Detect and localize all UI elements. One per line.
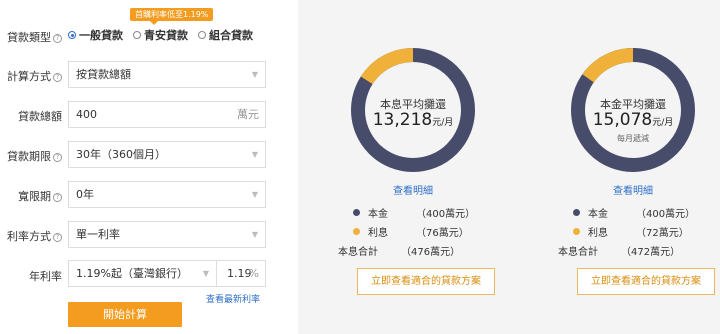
result-amount: 15,078元/月 xyxy=(558,110,708,130)
promo-tooltip: 首購利率低至1.19% xyxy=(130,8,214,25)
view-plans-button[interactable]: 立即查看適合的貸款方案 xyxy=(357,268,495,295)
legend-label: 本金 xyxy=(588,209,608,220)
legend-total: 本息合計 （476萬元） xyxy=(338,241,475,260)
legend-interest: 利息 （76萬元） xyxy=(353,222,475,241)
annual-rate-label: 年利率 xyxy=(29,270,62,283)
amount-input[interactable]: 400 萬元 xyxy=(68,101,266,128)
rate-type-label: 利率方式? xyxy=(0,228,62,244)
rate-type-select[interactable]: 單一利率 ▼ xyxy=(68,221,266,248)
radio-combo-loan[interactable]: 組合貸款 xyxy=(198,27,253,43)
radio-label: 組合貸款 xyxy=(209,29,253,42)
interest-swatch xyxy=(353,228,360,235)
grace-value: 0年 xyxy=(76,188,94,201)
help-icon[interactable]: ? xyxy=(53,34,62,43)
result-amount-unit: 元/月 xyxy=(652,118,674,128)
view-detail-link[interactable]: 查看明細 xyxy=(338,182,488,197)
term-label-text: 貸款期限 xyxy=(7,150,51,163)
term-value: 30年（360個月） xyxy=(76,148,166,161)
legend-principal: 本金 （400萬元） xyxy=(573,203,695,222)
amount-value: 400 xyxy=(76,108,97,121)
help-icon[interactable]: ? xyxy=(53,153,62,162)
interest-swatch xyxy=(573,228,580,235)
chevron-down-icon: ▼ xyxy=(202,269,209,278)
grace-label-text: 寬限期 xyxy=(18,190,51,203)
view-detail-link[interactable]: 查看明細 xyxy=(558,182,708,197)
term-label: 貸款期限? xyxy=(0,148,62,164)
legend-interest: 利息 （72萬元） xyxy=(573,222,695,241)
rate-unit: % xyxy=(248,267,259,280)
result-amount-number: 15,078 xyxy=(592,110,653,130)
loan-type-radio-group: 一般貸款 青安貸款 組合貸款 xyxy=(68,27,253,43)
legend-value: （476萬元） xyxy=(401,247,461,258)
chevron-down-icon: ▼ xyxy=(251,70,258,79)
chevron-down-icon: ▼ xyxy=(251,190,258,199)
loan-type-label-text: 貸款類型 xyxy=(7,31,51,44)
annual-rate-box: 1.19%起（臺灣銀行） ▼ 1.19 % xyxy=(68,260,266,287)
result-legend: 本金 （400萬元） 利息 （76萬元） 本息合計 （476萬元） xyxy=(338,203,475,260)
rate-preset-select[interactable]: 1.19%起（臺灣銀行） ▼ xyxy=(69,261,217,286)
grace-select[interactable]: 0年 ▼ xyxy=(68,181,266,208)
results-panel: 本息平均攤還 13,218元/月 查看明細 本金 （400萬元） 利息 （76萬元）… xyxy=(298,0,720,334)
calc-method-label-text: 計算方式 xyxy=(7,70,51,83)
radio-label: 青安貸款 xyxy=(144,29,188,42)
chevron-down-icon: ▼ xyxy=(251,150,258,159)
rate-type-value: 單一利率 xyxy=(76,228,120,241)
legend-label: 利息 xyxy=(588,228,608,239)
result-legend: 本金 （400萬元） 利息 （72萬元） 本息合計 （472萬元） xyxy=(558,203,695,260)
grace-label: 寬限期? xyxy=(0,188,62,204)
legend-value: （472萬元） xyxy=(621,247,681,258)
latest-rate-link[interactable]: 查看最新利率 xyxy=(206,292,260,305)
help-icon[interactable]: ? xyxy=(53,73,62,82)
view-plans-button[interactable]: 立即查看適合的貸款方案 xyxy=(577,268,715,295)
loan-form: 首購利率低至1.19% 貸款類型? 一般貸款 青安貸款 組合貸款 計算方式? 按… xyxy=(0,0,290,334)
legend-principal: 本金 （400萬元） xyxy=(353,203,475,222)
principal-swatch xyxy=(353,209,360,216)
calc-method-label: 計算方式? xyxy=(0,68,62,84)
legend-label: 本息合計 xyxy=(338,247,378,258)
amount-unit: 萬元 xyxy=(237,108,259,121)
legend-value: （76萬元） xyxy=(416,228,469,239)
rate-preset-value: 1.19%起（臺灣銀行） xyxy=(76,267,188,280)
result-amount-number: 13,218 xyxy=(372,110,433,130)
legend-value: （400萬元） xyxy=(416,209,476,220)
rate-type-label-text: 利率方式 xyxy=(7,230,51,243)
chevron-down-icon: ▼ xyxy=(251,230,258,239)
radio-dot[interactable] xyxy=(68,31,76,39)
term-select[interactable]: 30年（360個月） ▼ xyxy=(68,141,266,168)
help-icon[interactable]: ? xyxy=(53,193,62,202)
radio-label: 一般貸款 xyxy=(79,29,123,42)
legend-value: （72萬元） xyxy=(636,228,689,239)
result-amount-unit: 元/月 xyxy=(432,118,454,128)
result-amount: 13,218元/月 xyxy=(338,110,488,130)
legend-total: 本息合計 （472萬元） xyxy=(558,241,695,260)
radio-youth-loan[interactable]: 青安貸款 xyxy=(133,27,188,43)
result-subtitle: 每月遞減 xyxy=(617,134,649,143)
calc-method-select[interactable]: 按貸款總額 ▼ xyxy=(68,61,266,88)
legend-value: （400萬元） xyxy=(636,209,696,220)
legend-label: 本金 xyxy=(368,209,388,220)
radio-dot[interactable] xyxy=(198,31,206,39)
radio-dot[interactable] xyxy=(133,31,141,39)
principal-swatch xyxy=(573,209,580,216)
help-icon[interactable]: ? xyxy=(53,233,62,242)
legend-label: 本息合計 xyxy=(558,247,598,258)
radio-general-loan[interactable]: 一般貸款 xyxy=(68,27,123,43)
calc-method-value: 按貸款總額 xyxy=(76,68,131,81)
amount-label: 貸款總額 xyxy=(18,110,62,123)
legend-label: 利息 xyxy=(368,228,388,239)
loan-type-label: 貸款類型? xyxy=(0,29,62,45)
calculate-button[interactable]: 開始計算 xyxy=(68,302,182,327)
